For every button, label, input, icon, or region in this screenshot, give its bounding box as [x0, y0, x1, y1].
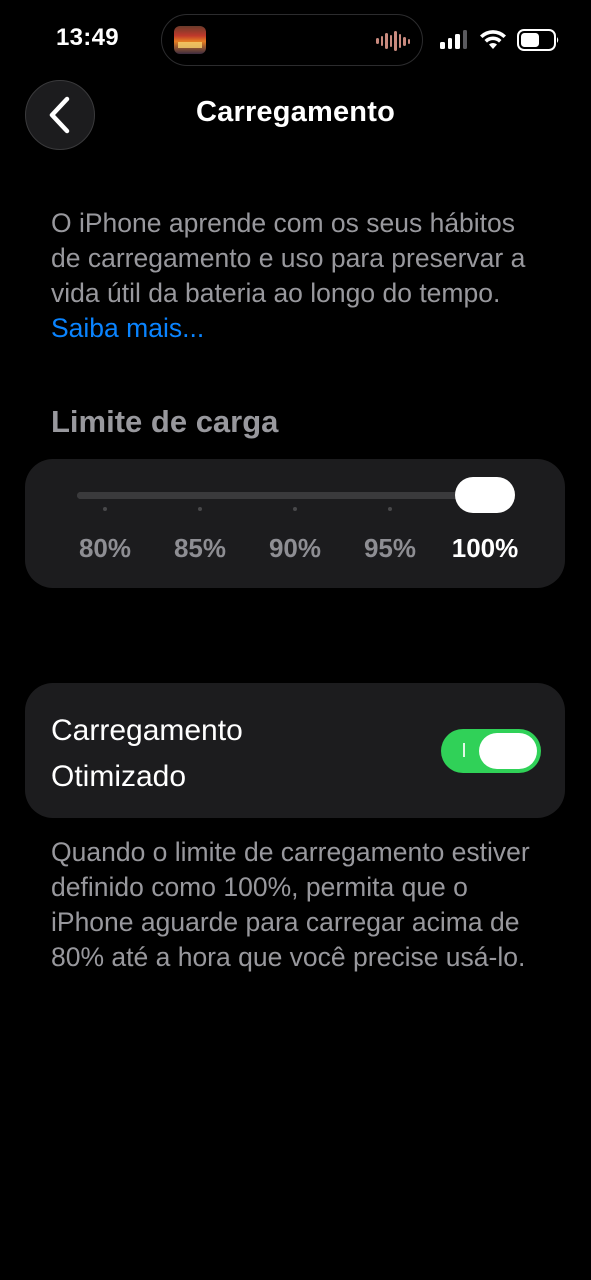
charge-limit-option[interactable]: 100%: [440, 533, 530, 564]
page-title: Carregamento: [195, 96, 395, 128]
charge-limit-option[interactable]: 85%: [155, 533, 245, 564]
learn-more-link[interactable]: Saiba mais...: [51, 313, 204, 343]
intro-body: O iPhone aprende com os seus hábitos de …: [51, 208, 526, 308]
dynamic-island[interactable]: [161, 14, 423, 66]
slider-tick-mark: [293, 507, 297, 511]
slider-tick-mark: [388, 507, 392, 511]
optimized-charging-toggle[interactable]: [441, 729, 541, 773]
charge-limit-slider-card: 80% 85% 90% 95% 100%: [25, 459, 565, 588]
optimized-charging-footnote: Quando o limite de carregamento estiver …: [51, 837, 530, 972]
slider-tick-mark: [198, 507, 202, 511]
audio-waveform-icon: [376, 31, 410, 51]
wifi-icon: [480, 30, 506, 49]
optimized-charging-label: Carregamento Otimizado: [51, 708, 351, 800]
charge-limit-slider-fill: [77, 492, 485, 499]
toggle-knob: [479, 733, 537, 769]
charge-limit-slider-thumb[interactable]: [455, 477, 515, 513]
charge-limit-option[interactable]: 95%: [345, 533, 435, 564]
charge-limit-header: Limite de carga: [51, 404, 279, 439]
optimized-charging-label-line1: Carregamento: [51, 714, 243, 747]
charge-limit-slider-track[interactable]: [77, 492, 514, 499]
status-time: 13:49: [56, 24, 119, 51]
slider-tick-mark: [103, 507, 107, 511]
charge-limit-option[interactable]: 90%: [250, 533, 340, 564]
battery-icon: [517, 29, 559, 51]
intro-text: O iPhone aprende com os seus hábitos de …: [51, 206, 551, 346]
optimized-charging-row: Carregamento Otimizado: [25, 683, 565, 818]
toggle-on-indicator-icon: [463, 743, 465, 757]
now-playing-artwork[interactable]: [174, 26, 206, 54]
charge-limit-option[interactable]: 80%: [60, 533, 150, 564]
cellular-signal-icon: [440, 30, 467, 49]
optimized-charging-label-line2: Otimizado: [51, 760, 187, 793]
